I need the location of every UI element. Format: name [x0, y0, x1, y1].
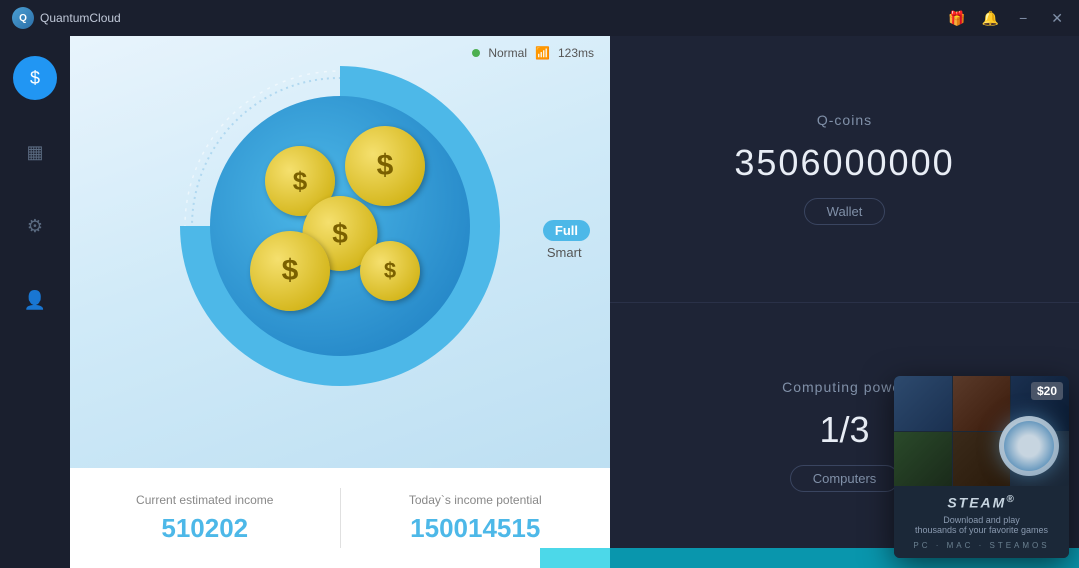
sidebar-item-settings[interactable]: ⚙ [13, 204, 57, 248]
gauge-labels: Full Smart [543, 220, 590, 260]
stats-icon: ▦ [26, 142, 43, 163]
steam-title: STEAM® [902, 494, 1061, 511]
wallet-button[interactable]: Wallet [804, 198, 886, 225]
minimize-button[interactable]: − [1015, 10, 1031, 26]
gauge-outer: $ $ $ $ $ [180, 66, 500, 386]
potential-income-value: 150014515 [410, 513, 540, 544]
coin-5: $ [360, 241, 420, 301]
wifi-icon: 📶 [535, 46, 550, 60]
potential-income: Today`s income potential 150014515 [341, 493, 611, 544]
dollar-icon: $ [30, 68, 40, 89]
steam-logo [999, 416, 1059, 476]
steam-subtitle: Download and playthousands of your favor… [902, 515, 1061, 535]
sidebar-item-stats[interactable]: ▦ [13, 130, 57, 174]
income-bar: Current estimated income 510202 Today`s … [70, 468, 610, 568]
status-dot [472, 49, 480, 57]
steam-card-body: STEAM® Download and playthousands of you… [894, 486, 1069, 558]
status-mode: Normal [488, 46, 527, 60]
gauge-inner: $ $ $ $ $ [210, 96, 470, 356]
window-controls: 🎁 🔔 − ✕ [948, 10, 1067, 27]
gauge-container: $ $ $ $ $ Full Smart [180, 66, 500, 386]
current-income-value: 510202 [161, 513, 248, 544]
coin-2: $ [345, 126, 425, 206]
app-logo: Q QuantumCloud [12, 7, 121, 29]
mode-full-label[interactable]: Full [543, 220, 590, 241]
game-thumb-4 [894, 432, 952, 487]
steam-card[interactable]: $20 STEAM® Download and playthousands of… [894, 376, 1069, 558]
computing-value: 1/3 [819, 409, 869, 451]
app-title: QuantumCloud [40, 11, 121, 25]
steam-price-badge: $20 [1031, 382, 1063, 400]
sidebar: $ ▦ ⚙ 👤 [0, 36, 70, 568]
computing-label: Computing power [782, 379, 907, 395]
potential-income-label: Today`s income potential [409, 493, 542, 507]
current-income-label: Current estimated income [136, 493, 273, 507]
qcoins-value: 3506000000 [734, 142, 954, 184]
current-income: Current estimated income 510202 [70, 493, 340, 544]
gauge-panel: Normal 📶 123ms $ $ $ $ $ [70, 36, 610, 568]
gear-icon: ⚙ [27, 216, 43, 237]
logo-icon: Q [12, 7, 34, 29]
game-thumb-1 [894, 376, 952, 431]
sidebar-item-wallet[interactable]: $ [13, 56, 57, 100]
ping-value: 123ms [558, 46, 594, 60]
gift-icon[interactable]: 🎁 [948, 10, 965, 27]
bell-icon[interactable]: 🔔 [982, 10, 999, 27]
computers-button[interactable]: Computers [790, 465, 900, 492]
profile-icon: 👤 [24, 290, 46, 311]
sidebar-item-profile[interactable]: 👤 [13, 278, 57, 322]
close-button[interactable]: ✕ [1047, 10, 1067, 27]
coin-4: $ [250, 231, 330, 311]
qcoins-label: Q-coins [817, 112, 872, 128]
status-bar: Normal 📶 123ms [472, 46, 594, 60]
steam-game-thumbnails: $20 [894, 376, 1069, 486]
mode-smart-label: Smart [543, 245, 582, 260]
qcoins-section: Q-coins 3506000000 Wallet [610, 36, 1079, 303]
titlebar: Q QuantumCloud 🎁 🔔 − ✕ [0, 0, 1079, 36]
steam-platforms: PC · MAC · STEAMOS [902, 541, 1061, 550]
